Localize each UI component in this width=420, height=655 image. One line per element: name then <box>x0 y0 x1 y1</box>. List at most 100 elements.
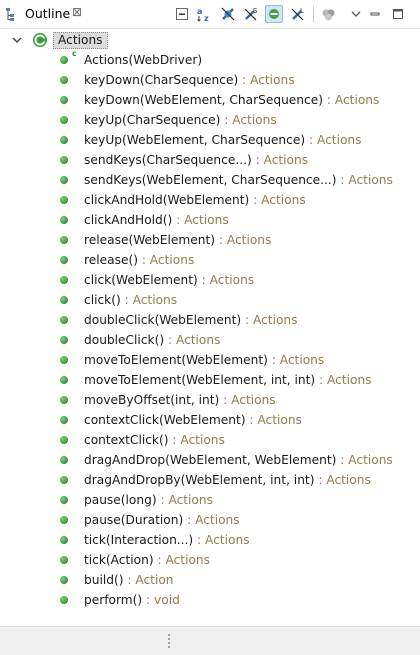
hide-static-members-icon[interactable]: S <box>242 5 260 23</box>
return-type: : Actions <box>193 533 250 547</box>
method-row[interactable]: doubleClick() : Actions <box>0 330 420 350</box>
view-menu-chevron-icon[interactable] <box>347 5 365 23</box>
return-type: : Actions <box>336 173 393 187</box>
method-row[interactable]: release(WebElement) : Actions <box>0 230 420 250</box>
method-label: moveByOffset(int, int) : Actions <box>84 392 276 408</box>
public-method-icon <box>60 496 68 504</box>
method-row[interactable]: contextClick(WebElement) : Actions <box>0 410 420 430</box>
method-row[interactable]: sendKeys(CharSequence...) : Actions <box>0 150 420 170</box>
method-label: pause(Duration) : Actions <box>84 512 240 528</box>
method-row[interactable]: contextClick() : Actions <box>0 430 420 450</box>
public-method-icon <box>60 316 68 324</box>
method-row[interactable]: moveToElement(WebElement, int, int) : Ac… <box>0 370 420 390</box>
svg-text:S: S <box>253 7 258 15</box>
method-row[interactable]: keyUp(WebElement, CharSequence) : Action… <box>0 130 420 150</box>
return-type: : Actions <box>197 273 255 287</box>
public-method-icon <box>60 556 68 564</box>
public-method-icon <box>60 76 68 84</box>
method-label: build() : Action <box>84 572 174 588</box>
method-label: clickAndHold() : Actions <box>84 212 229 228</box>
public-method-icon <box>60 356 68 364</box>
public-method-icon <box>60 96 68 104</box>
method-label: keyDown(CharSequence) : Actions <box>84 72 295 88</box>
method-row[interactable]: click() : Actions <box>0 290 420 310</box>
return-type: : Actions <box>172 213 229 227</box>
method-label: tick(Interaction...) : Actions <box>84 532 250 548</box>
method-row[interactable]: clickAndHold() : Actions <box>0 210 420 230</box>
public-method-icon <box>60 376 68 384</box>
method-row[interactable]: dragAndDrop(WebElement, WebElement) : Ac… <box>0 450 420 470</box>
return-type: : Action <box>123 573 174 587</box>
method-label: moveToElement(WebElement, int, int) : Ac… <box>84 372 372 388</box>
method-label: clickAndHold(WebElement) : Actions <box>84 192 306 208</box>
method-signature: moveByOffset(int, int) <box>84 393 220 407</box>
tree-root-label[interactable]: Actions <box>53 32 108 49</box>
method-row[interactable]: pause(long) : Actions <box>0 490 420 510</box>
public-method-icon <box>60 116 68 124</box>
view-tab-title[interactable]: Outline <box>25 6 70 21</box>
minimize-icon[interactable] <box>366 5 384 23</box>
focus-on-active-task-icon[interactable] <box>320 5 338 23</box>
return-type: : Actions <box>314 473 371 487</box>
method-signature: keyDown(CharSequence) <box>84 73 239 87</box>
method-row[interactable]: moveToElement(WebElement) : Actions <box>0 350 420 370</box>
method-signature: dragAndDrop(WebElement, WebElement) <box>84 453 337 467</box>
method-label: sendKeys(WebElement, CharSequence...) : … <box>84 172 393 188</box>
method-label: contextClick(WebElement) : Actions <box>84 412 302 428</box>
method-row[interactable]: tick(Interaction...) : Actions <box>0 530 420 550</box>
return-type: : Actions <box>156 493 213 507</box>
method-signature: pause(Duration) <box>84 513 184 527</box>
return-type: : Actions <box>249 193 306 207</box>
method-signature: release(WebElement) <box>84 233 215 247</box>
method-signature: build() <box>84 573 124 587</box>
method-signature: keyUp(WebElement, CharSequence) <box>84 133 306 147</box>
chevron-down-icon[interactable] <box>10 33 24 47</box>
hide-fields-icon[interactable] <box>219 5 237 23</box>
method-label: click(WebElement) : Actions <box>84 272 254 288</box>
public-method-icon <box>60 296 68 304</box>
method-row[interactable]: clickAndHold(WebElement) : Actions <box>0 190 420 210</box>
method-row[interactable]: c Actions(WebDriver) <box>0 49 420 70</box>
method-row[interactable]: perform() : void <box>0 590 420 610</box>
method-signature: click() <box>84 293 121 307</box>
method-row[interactable]: build() : Action <box>0 570 420 590</box>
public-method-icon <box>60 256 68 264</box>
hide-non-public-members-icon[interactable] <box>265 5 283 23</box>
method-row[interactable]: dragAndDropBy(WebElement, int, int) : Ac… <box>0 470 420 490</box>
close-view-icon[interactable]: ⊠ <box>72 5 82 19</box>
return-type: : Actions <box>153 553 210 567</box>
toolbar-separator <box>313 6 314 22</box>
return-type: : Actions <box>238 73 295 87</box>
method-row[interactable]: keyDown(WebElement, CharSequence) : Acti… <box>0 90 420 110</box>
method-row[interactable]: tick(Action) : Actions <box>0 550 420 570</box>
public-method-icon <box>60 576 68 584</box>
return-type: : Actions <box>120 293 178 307</box>
method-row[interactable]: pause(Duration) : Actions <box>0 510 420 530</box>
collapse-all-icon[interactable] <box>173 5 191 23</box>
return-type: : Actions <box>305 133 362 147</box>
method-signature: doubleClick(WebElement) <box>84 313 242 327</box>
hide-local-types-icon[interactable]: L <box>289 5 307 23</box>
svg-text:z: z <box>204 14 209 22</box>
public-method-icon <box>60 176 68 184</box>
method-row[interactable]: sendKeys(WebElement, CharSequence...) : … <box>0 170 420 190</box>
tree-root-row[interactable]: Actions <box>0 30 420 50</box>
outline-tree[interactable]: Actions c Actions(WebDriver) keyDown(CharS… <box>0 28 420 618</box>
maximize-icon[interactable] <box>389 5 407 23</box>
method-row[interactable]: click(WebElement) : Actions <box>0 270 420 290</box>
method-label: keyDown(WebElement, CharSequence) : Acti… <box>84 92 379 108</box>
public-method-icon <box>60 216 68 224</box>
drag-handle-icon[interactable] <box>167 633 171 649</box>
method-row[interactable]: moveByOffset(int, int) : Actions <box>0 390 420 410</box>
method-row[interactable]: keyUp(CharSequence) : Actions <box>0 110 420 130</box>
svg-text:L: L <box>300 7 304 15</box>
sort-alphabetically-icon[interactable]: az <box>196 5 214 23</box>
method-row[interactable]: doubleClick(WebElement) : Actions <box>0 310 420 330</box>
return-type: : Actions <box>183 513 240 527</box>
method-signature: dragAndDropBy(WebElement, int, int) <box>84 473 315 487</box>
method-row[interactable]: release() : Actions <box>0 250 420 270</box>
public-method-icon <box>60 516 68 524</box>
method-row[interactable]: keyDown(CharSequence) : Actions <box>0 70 420 90</box>
method-label: click() : Actions <box>84 292 177 308</box>
return-type: : Actions <box>322 93 380 107</box>
